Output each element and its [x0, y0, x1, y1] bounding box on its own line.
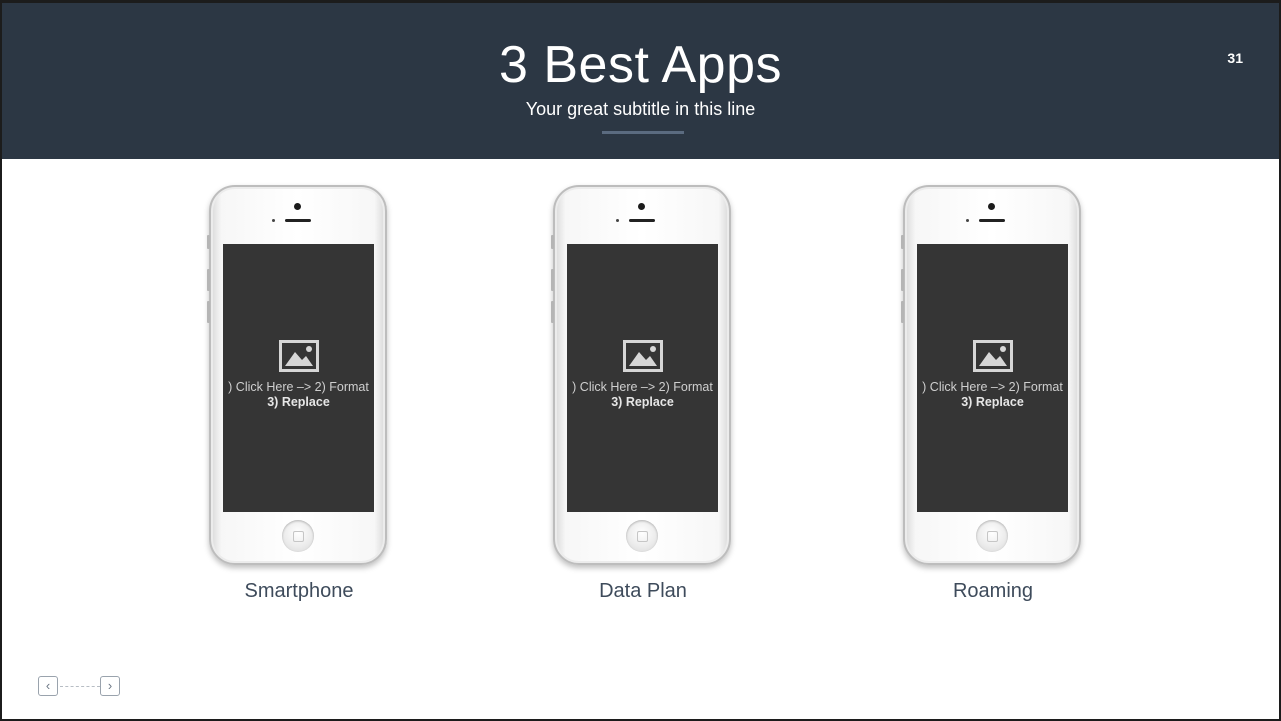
app-card-roaming: ) Click Here –> 2) Format 3) Replace Roa… — [883, 185, 1103, 605]
phone-side-button — [551, 269, 554, 291]
phone-mockup: ) Click Here –> 2) Format 3) Replace — [901, 185, 1081, 565]
slide-title: 3 Best Apps — [498, 36, 783, 94]
placeholder-instruction: ) Click Here –> 2) Format — [228, 380, 369, 394]
chevron-right-icon: › — [107, 678, 113, 693]
page-number: 31 — [1227, 50, 1243, 66]
app-card-data-plan: ) Click Here –> 2) Format 3) Replace Dat… — [533, 185, 753, 605]
image-icon — [622, 340, 663, 372]
phone-speaker — [979, 219, 1005, 222]
slide-subtitle: Your great subtitle in this line — [525, 99, 756, 119]
phone-sensor — [272, 219, 275, 222]
image-placeholder[interactable]: ) Click Here –> 2) Format 3) Replace — [917, 244, 1068, 512]
phone-sensor — [616, 219, 619, 222]
phone-speaker — [629, 219, 655, 222]
placeholder-replace-text: 3) Replace — [267, 395, 330, 409]
phone-side-button — [207, 269, 210, 291]
phone-side-button — [207, 301, 210, 323]
app-card-smartphone: ) Click Here –> 2) Format 3) Replace Sma… — [189, 185, 409, 605]
image-icon — [278, 340, 319, 372]
placeholder-instruction: ) Click Here –> 2) Format — [572, 380, 713, 394]
home-button — [976, 520, 1008, 552]
phone-speaker — [285, 219, 311, 222]
phone-camera — [294, 203, 301, 210]
slide-navigation: ‹ › — [38, 676, 128, 698]
next-slide-button[interactable]: › — [100, 676, 120, 696]
placeholder-instruction: ) Click Here –> 2) Format — [922, 380, 1063, 394]
phone-camera — [638, 203, 645, 210]
placeholder-replace-text: 3) Replace — [611, 395, 674, 409]
phone-camera — [988, 203, 995, 210]
phone-mockup: ) Click Here –> 2) Format 3) Replace — [551, 185, 731, 565]
home-button — [282, 520, 314, 552]
card-label: Smartphone — [244, 580, 354, 602]
card-label: Data Plan — [599, 580, 687, 602]
home-button — [626, 520, 658, 552]
phone-side-button — [901, 269, 904, 291]
previous-slide-button[interactable]: ‹ — [38, 676, 58, 696]
card-label: Roaming — [952, 580, 1034, 602]
phone-side-button — [901, 301, 904, 323]
phone-side-button — [551, 301, 554, 323]
placeholder-replace-text: 3) Replace — [961, 395, 1024, 409]
image-placeholder[interactable]: ) Click Here –> 2) Format 3) Replace — [567, 244, 718, 512]
phone-side-button — [901, 235, 904, 249]
image-placeholder[interactable]: ) Click Here –> 2) Format 3) Replace — [223, 244, 374, 512]
image-icon — [972, 340, 1013, 372]
phone-side-button — [207, 235, 210, 249]
navigation-divider — [60, 686, 100, 687]
title-underline — [602, 131, 684, 134]
chevron-left-icon: ‹ — [45, 678, 51, 693]
phone-mockup: ) Click Here –> 2) Format 3) Replace — [207, 185, 387, 565]
phone-side-button — [551, 235, 554, 249]
slide-header: 3 Best Apps Your great subtitle in this … — [2, 3, 1279, 159]
phone-sensor — [966, 219, 969, 222]
